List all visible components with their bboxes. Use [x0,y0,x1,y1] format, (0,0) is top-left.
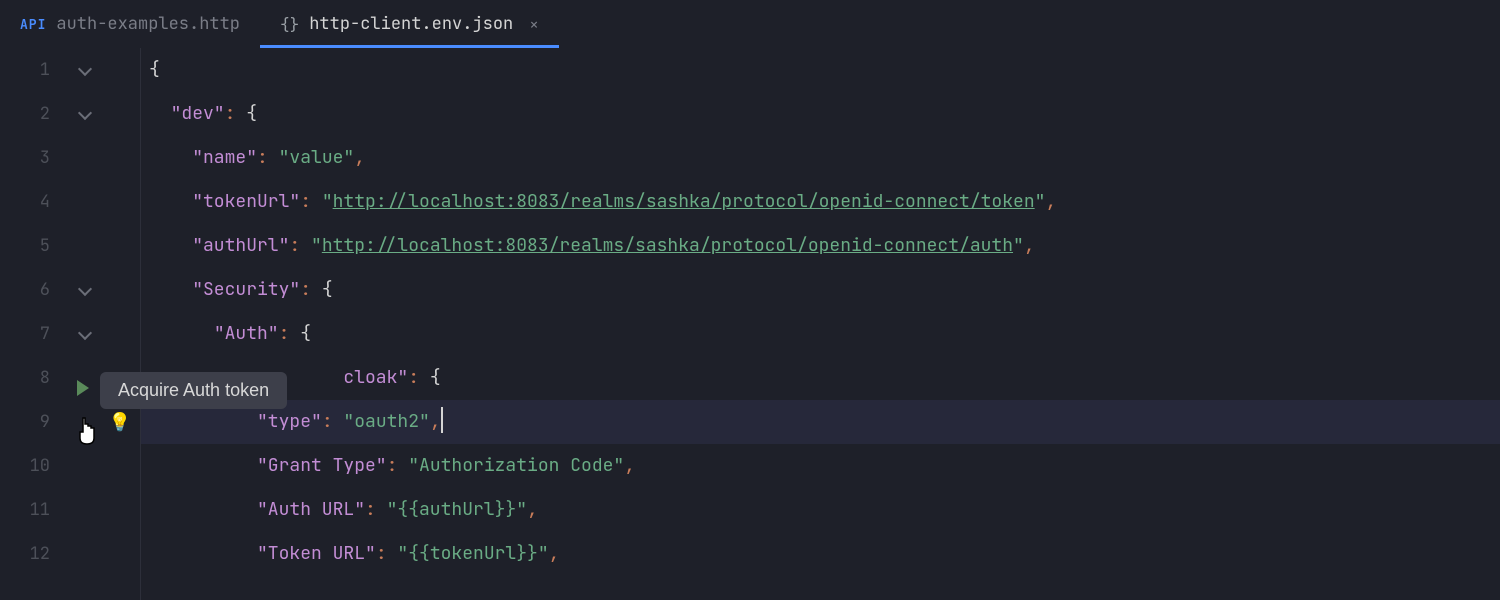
fold-gutter [70,48,100,600]
chevron-down-icon [78,325,92,339]
tab-label: auth-examples.http [56,13,240,35]
fold-toggle[interactable] [70,268,100,312]
fold-toggle[interactable] [70,48,100,92]
line-number[interactable]: 8 [0,356,50,400]
play-icon [77,380,89,396]
tab-bar: API auth-examples.http {} http-client.en… [0,0,1500,48]
line-number[interactable]: 12 [0,532,50,576]
line-number-gutter: 1 2 3 4 5 6 7 8 9 10 11 12 [0,48,70,600]
line-number[interactable]: 3 [0,136,50,180]
line-number[interactable]: 6 [0,268,50,312]
tab-label: http-client.env.json [309,13,513,35]
line-number[interactable]: 4 [0,180,50,224]
line-number[interactable]: 10 [0,444,50,488]
icon-gutter: 💡 [100,48,140,600]
chevron-down-icon [78,281,92,295]
run-gutter-icon[interactable] [77,380,89,396]
pointer-cursor-icon [74,416,100,452]
auth-url-link[interactable]: http://localhost:8083/realms/sashka/prot… [322,234,1013,257]
line-number[interactable]: 1 [0,48,50,92]
text-cursor [441,407,443,433]
code-area[interactable]: { "dev": { "name": "value", "tokenUrl": … [140,48,1500,600]
line-number[interactable]: 5 [0,224,50,268]
tab-http-client-env[interactable]: {} http-client.env.json × [260,0,559,48]
line-number[interactable]: 7 [0,312,50,356]
close-icon[interactable]: × [529,14,539,35]
line-number[interactable]: 9 [0,400,50,444]
chevron-down-icon [78,61,92,75]
json-file-icon: {} [280,14,299,35]
current-line: "type": "oauth2", [141,400,1500,444]
fold-toggle[interactable] [70,312,100,356]
gutter-tooltip: Acquire Auth token [100,372,287,409]
token-url-link[interactable]: http://localhost:8083/realms/sashka/prot… [333,190,1035,213]
api-file-icon: API [20,16,46,33]
fold-toggle[interactable] [70,92,100,136]
line-number[interactable]: 2 [0,92,50,136]
line-number[interactable]: 11 [0,488,50,532]
chevron-down-icon [78,105,92,119]
tab-auth-examples[interactable]: API auth-examples.http [0,0,260,48]
editor: 1 2 3 4 5 6 7 8 9 10 11 12 💡 [0,48,1500,600]
